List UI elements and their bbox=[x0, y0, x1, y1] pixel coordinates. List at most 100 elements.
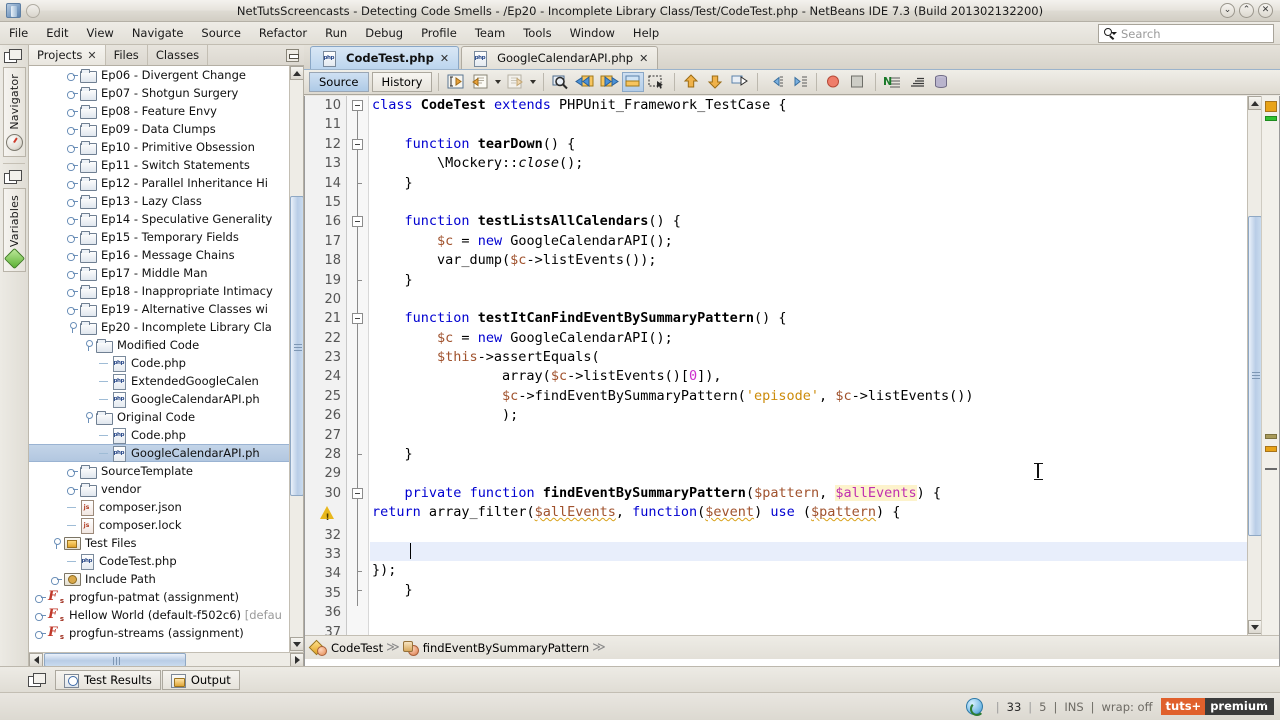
project-tree-vertical-scrollbar[interactable] bbox=[289, 66, 303, 652]
close-button[interactable]: ✕ bbox=[1258, 3, 1273, 18]
code-line[interactable]: $this->assertEquals( bbox=[370, 348, 1265, 367]
close-icon[interactable]: ✕ bbox=[440, 52, 449, 65]
maximize-button[interactable]: ⌃ bbox=[1239, 3, 1254, 18]
tree-expander-icon[interactable] bbox=[67, 250, 78, 261]
scroll-down-icon[interactable] bbox=[1248, 620, 1262, 634]
line-number-gutter[interactable]: 10 11 12 13 14 15 16 17 18 19 20 21 22 23 24 25 26 27 28 29… bbox=[305, 96, 347, 659]
tab-classes[interactable]: Classes bbox=[148, 45, 209, 65]
find-selection-icon[interactable] bbox=[550, 72, 572, 92]
editor-vertical-scrollbar[interactable] bbox=[1247, 96, 1262, 635]
tree-expander-icon[interactable] bbox=[67, 142, 78, 153]
scrollbar-thumb[interactable] bbox=[1248, 216, 1262, 536]
code-line[interactable]: } bbox=[370, 271, 1265, 290]
warning-gutter-marker[interactable] bbox=[305, 506, 346, 528]
next-bookmark-icon[interactable] bbox=[598, 72, 620, 92]
code-line[interactable]: ); bbox=[370, 406, 1265, 425]
code-line[interactable]: } bbox=[370, 445, 1265, 464]
comment-icon[interactable] bbox=[729, 72, 751, 92]
tree-item[interactable]: Fs progfun-streams (assignment) bbox=[29, 624, 303, 642]
code-line[interactable] bbox=[370, 290, 1265, 309]
tree-expander-icon[interactable] bbox=[67, 484, 78, 495]
shift-line-down-icon[interactable] bbox=[705, 72, 727, 92]
tree-expander-icon[interactable] bbox=[67, 321, 78, 333]
window-menu-button[interactable] bbox=[26, 3, 40, 18]
inspect-icon[interactable]: N bbox=[882, 72, 904, 92]
code-line[interactable] bbox=[370, 193, 1265, 212]
close-icon[interactable]: ✕ bbox=[1264, 696, 1273, 709]
tree-item[interactable]: Ep09 - Data Clumps bbox=[29, 120, 303, 138]
scroll-up-icon[interactable] bbox=[290, 66, 303, 80]
bottom-window-icon[interactable] bbox=[28, 672, 46, 687]
shift-right-icon[interactable] bbox=[788, 72, 810, 92]
tree-item[interactable]: Code.php bbox=[29, 426, 303, 444]
tree-expander-icon[interactable] bbox=[51, 537, 62, 549]
menu-window[interactable]: Window bbox=[561, 24, 624, 42]
tree-expander-icon[interactable] bbox=[67, 286, 78, 297]
close-icon[interactable]: ✕ bbox=[87, 49, 96, 62]
toggle-bookmark-icon[interactable] bbox=[622, 72, 645, 92]
code-line[interactable]: var_dump($c->listEvents()); bbox=[370, 251, 1265, 270]
tree-expander-icon[interactable] bbox=[35, 592, 46, 603]
scroll-right-icon[interactable] bbox=[290, 652, 304, 667]
tree-item[interactable]: Ep11 - Switch Statements bbox=[29, 156, 303, 174]
project-tree[interactable]: Ep06 - Divergent Change Ep07 - Shotgun Su… bbox=[29, 66, 304, 652]
code-line[interactable]: array($c->listEvents()[0]), bbox=[370, 367, 1265, 386]
tree-expander-icon[interactable] bbox=[67, 70, 78, 81]
tree-item[interactable]: Code.php bbox=[29, 354, 303, 372]
code-line[interactable] bbox=[370, 541, 1265, 562]
tree-item[interactable]: Ep07 - Shotgun Surgery bbox=[29, 84, 303, 102]
close-icon[interactable]: ✕ bbox=[639, 52, 648, 65]
breadcrumb-class[interactable]: CodeTest bbox=[311, 641, 383, 656]
tree-item[interactable]: CodeTest.php bbox=[29, 552, 303, 570]
last-edit-icon[interactable] bbox=[445, 72, 467, 92]
scroll-down-icon[interactable] bbox=[290, 637, 303, 651]
code-folding-bar[interactable] bbox=[347, 96, 369, 635]
tree-item[interactable]: SourceTemplate bbox=[29, 462, 303, 480]
code-line[interactable]: } bbox=[370, 174, 1265, 193]
tree-expander-icon[interactable] bbox=[67, 124, 78, 135]
source-view-button[interactable]: Source bbox=[309, 72, 369, 92]
ok-stripe-mark[interactable] bbox=[1265, 116, 1277, 121]
code-line[interactable] bbox=[370, 115, 1265, 134]
code-line[interactable]: class CodeTest extends PHPUnit_Framework… bbox=[370, 96, 1265, 115]
code-line[interactable]: return array_filter($allEvents, function… bbox=[370, 503, 1265, 522]
fold-collapse-icon[interactable] bbox=[352, 100, 363, 111]
code-line[interactable]: $c = new GoogleCalendarAPI(); bbox=[370, 329, 1265, 348]
tree-expander-icon[interactable] bbox=[83, 411, 94, 423]
tree-item[interactable]: Ep06 - Divergent Change bbox=[29, 66, 303, 84]
tree-expander-icon[interactable] bbox=[67, 214, 78, 225]
tree-item[interactable]: composer.lock bbox=[29, 516, 303, 534]
back-navigate-dropdown-icon[interactable] bbox=[493, 72, 502, 92]
previous-bookmark-icon[interactable] bbox=[574, 72, 596, 92]
fold-collapse-icon[interactable] bbox=[352, 313, 363, 325]
menu-debug[interactable]: Debug bbox=[356, 24, 412, 42]
code-line[interactable]: function testItCanFindEventBySummaryPatt… bbox=[370, 309, 1265, 328]
toggle-rectangular-selection-icon[interactable] bbox=[646, 72, 668, 92]
tree-item[interactable]: Ep18 - Inappropriate Intimacy bbox=[29, 282, 303, 300]
tree-item[interactable]: Modified Code bbox=[29, 336, 303, 354]
start-macro-recording-icon[interactable] bbox=[823, 72, 845, 92]
code-line[interactable] bbox=[370, 523, 1265, 542]
code-line[interactable]: function tearDown() { bbox=[370, 135, 1265, 154]
code-text[interactable]: class CodeTest extends PHPUnit_Framework… bbox=[370, 96, 1265, 635]
menu-navigate[interactable]: Navigate bbox=[123, 24, 193, 42]
database-icon[interactable] bbox=[930, 72, 952, 92]
tree-expander-icon[interactable] bbox=[35, 610, 46, 621]
tree-item[interactable]: Ep15 - Temporary Fields bbox=[29, 228, 303, 246]
code-line[interactable] bbox=[370, 464, 1265, 483]
format-icon[interactable] bbox=[906, 72, 928, 92]
code-line[interactable]: $c->findEventBySummaryPattern('episode',… bbox=[370, 387, 1265, 406]
tree-expander-icon[interactable] bbox=[51, 574, 62, 585]
tree-item[interactable]: Ep17 - Middle Man bbox=[29, 264, 303, 282]
tree-expander-icon[interactable] bbox=[67, 232, 78, 243]
tree-item[interactable]: Original Code bbox=[29, 408, 303, 426]
code-line[interactable]: }); bbox=[370, 561, 1265, 580]
breadcrumb-method[interactable]: findEventBySummaryPattern bbox=[402, 640, 589, 656]
tree-expander-icon[interactable] bbox=[67, 178, 78, 189]
tree-item[interactable]: Ep13 - Lazy Class bbox=[29, 192, 303, 210]
sidebar-tab-navigator[interactable]: Navigator bbox=[2, 67, 26, 157]
tree-expander-icon[interactable] bbox=[67, 268, 78, 279]
tree-item[interactable]: Ep16 - Message Chains bbox=[29, 246, 303, 264]
menu-team[interactable]: Team bbox=[466, 24, 514, 42]
tree-item[interactable]: Ep19 - Alternative Classes wi bbox=[29, 300, 303, 318]
